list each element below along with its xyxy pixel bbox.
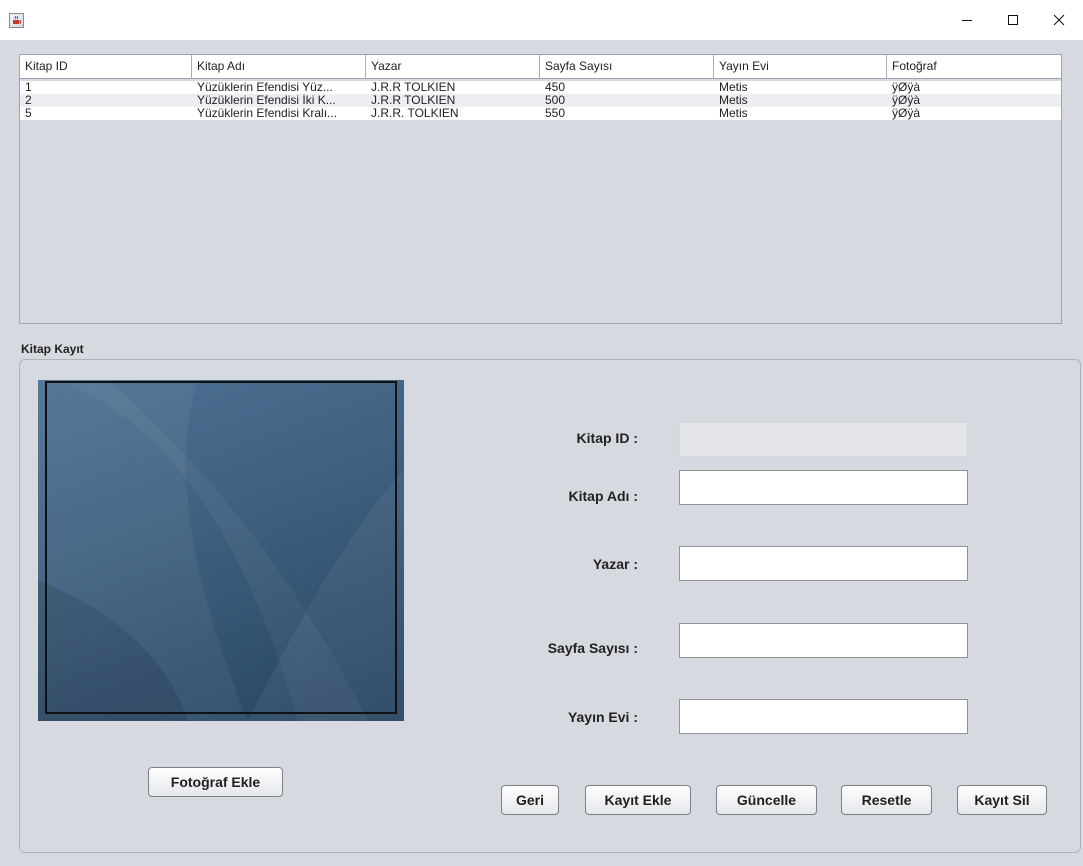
sayfa-sayisi-field[interactable] [679, 623, 968, 658]
table-row[interactable]: 2 Yüzüklerin Efendisi İki K... J.R.R TOL… [20, 94, 1061, 107]
cell-sayfa-sayisi: 450 [545, 81, 566, 94]
yazar-field[interactable] [679, 546, 968, 581]
cell-yazar: J.R.R TOLKIEN [371, 94, 456, 107]
cell-sayfa-sayisi: 550 [545, 107, 566, 120]
cell-yayin-evi: Metis [719, 107, 748, 120]
book-photo-preview [38, 380, 404, 721]
title-bar [0, 0, 1083, 40]
kitap-adi-field[interactable] [679, 470, 968, 505]
maximize-icon [1008, 15, 1018, 25]
label-kitap-adi: Kitap Adı : [568, 488, 638, 504]
table-row[interactable]: 5 Yüzüklerin Efendisi Kralı... J.R.R. TO… [20, 107, 1061, 120]
column-header-sayfa-sayisi[interactable]: Sayfa Sayısı [540, 55, 714, 78]
cell-kitap-id: 1 [25, 81, 32, 94]
add-record-button[interactable]: Kayıt Ekle [585, 785, 691, 815]
kitap-id-field [679, 422, 968, 457]
minimize-button[interactable] [944, 0, 990, 40]
cell-fotograf: ÿØÿà [892, 81, 921, 94]
cell-kitap-adi: Yüzüklerin Efendisi İki K... [197, 94, 336, 107]
cell-kitap-adi: Yüzüklerin Efendisi Yüz... [197, 81, 333, 94]
yayin-evi-field[interactable] [679, 699, 968, 734]
column-header-yazar[interactable]: Yazar [366, 55, 540, 78]
cell-yazar: J.R.R TOLKIEN [371, 81, 456, 94]
label-yayin-evi: Yayın Evi : [567, 709, 638, 725]
section-title-kitap-kayit: Kitap Kayıt [21, 342, 84, 356]
maximize-button[interactable] [990, 0, 1036, 40]
reset-button[interactable]: Resetle [841, 785, 932, 815]
label-sayfa-sayisi: Sayfa Sayısı : [547, 640, 638, 656]
delete-record-button[interactable]: Kayıt Sil [957, 785, 1047, 815]
column-header-kitap-adi[interactable]: Kitap Adı [192, 55, 366, 78]
update-button[interactable]: Güncelle [716, 785, 817, 815]
cell-kitap-id: 2 [25, 94, 32, 107]
column-header-kitap-id[interactable]: Kitap ID [20, 55, 192, 78]
minimize-icon [962, 20, 972, 21]
label-kitap-id: Kitap ID : [576, 430, 638, 446]
table-header: Kitap ID Kitap Adı Yazar Sayfa Sayısı Ya… [20, 55, 1061, 79]
close-button[interactable] [1036, 0, 1082, 40]
column-header-fotograf[interactable]: Fotoğraf [887, 55, 1061, 78]
add-photo-button[interactable]: Fotoğraf Ekle [148, 767, 283, 797]
cell-kitap-id: 5 [25, 107, 32, 120]
close-icon [1053, 14, 1065, 26]
cell-fotograf: ÿØÿà [892, 94, 921, 107]
cell-yayin-evi: Metis [719, 81, 748, 94]
photo-frame [45, 381, 397, 714]
cell-yayin-evi: Metis [719, 94, 748, 107]
cell-fotograf: ÿØÿà [892, 107, 921, 120]
label-yazar: Yazar : [592, 556, 638, 572]
cell-sayfa-sayisi: 500 [545, 94, 566, 107]
column-header-yayin-evi[interactable]: Yayın Evi [714, 55, 887, 78]
table-row[interactable]: 1 Yüzüklerin Efendisi Yüz... J.R.R TOLKI… [20, 81, 1061, 94]
cell-kitap-adi: Yüzüklerin Efendisi Kralı... [197, 107, 338, 120]
cell-yazar: J.R.R. TOLKIEN [371, 107, 459, 120]
java-coffee-icon [9, 13, 24, 28]
books-table[interactable]: Kitap ID Kitap Adı Yazar Sayfa Sayısı Ya… [19, 54, 1062, 324]
back-button[interactable]: Geri [501, 785, 559, 815]
